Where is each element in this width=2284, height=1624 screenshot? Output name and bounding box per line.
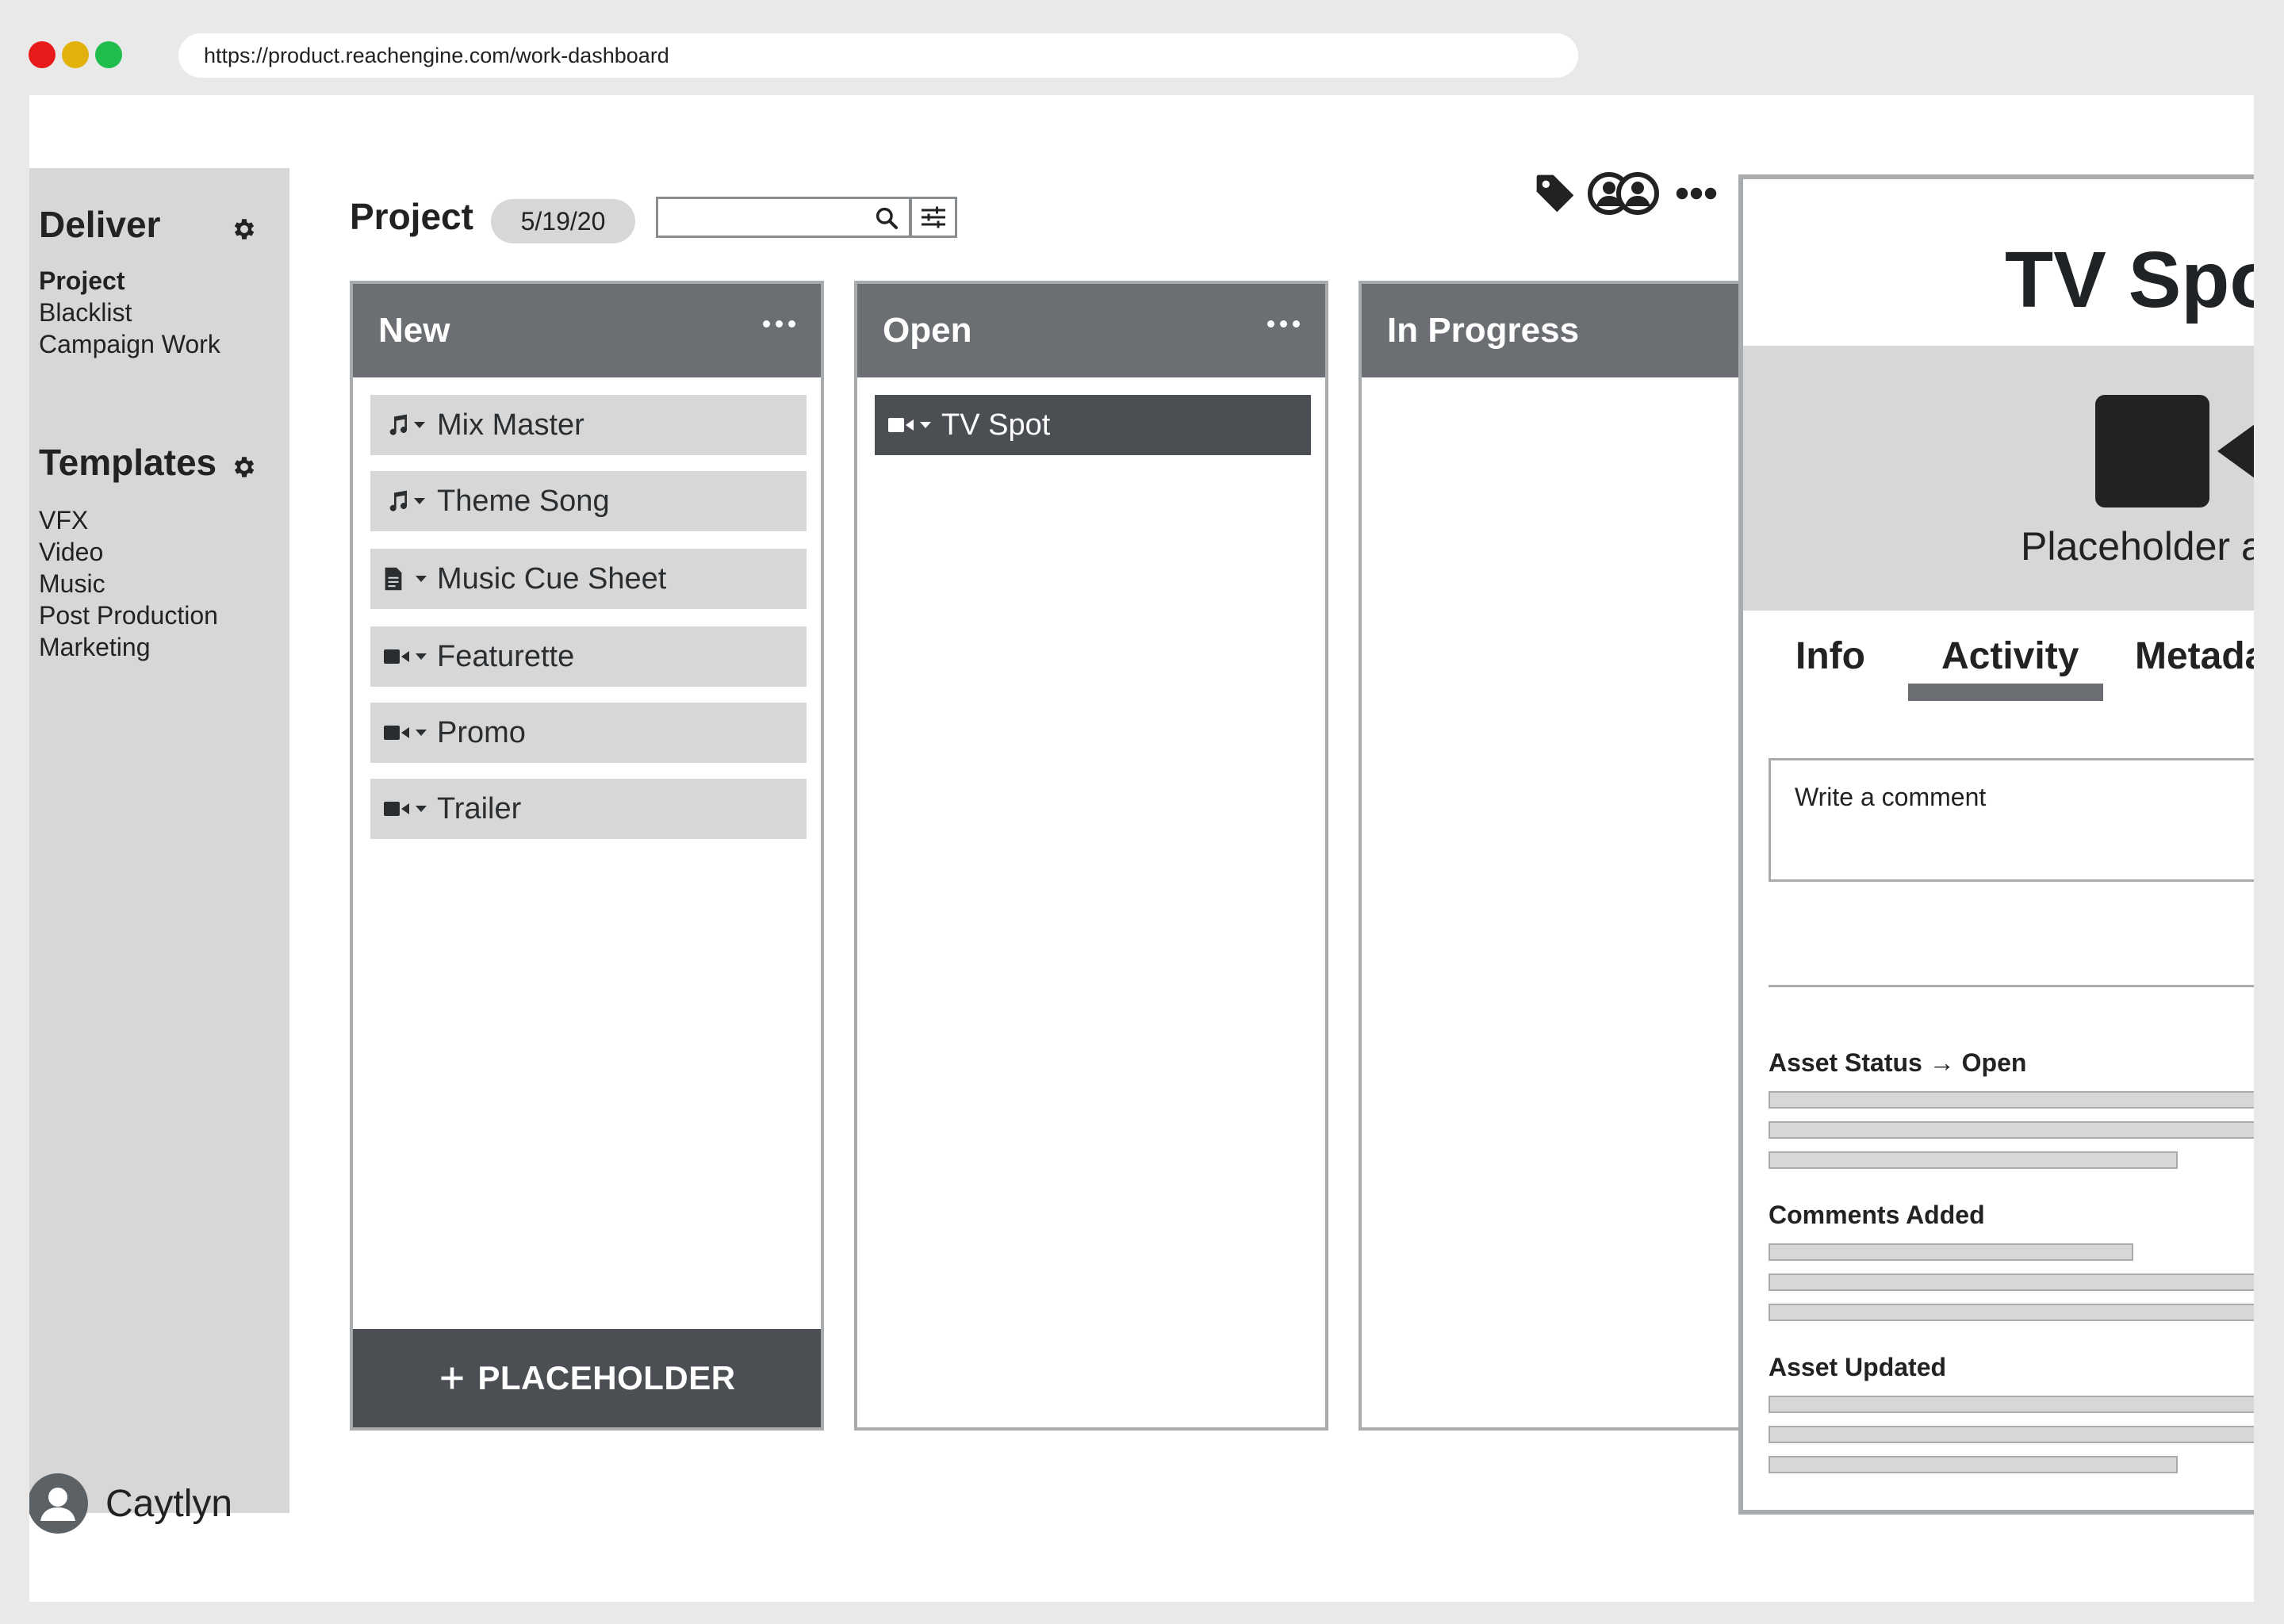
address-bar[interactable]: https://product.reachengine.com/work-das… — [178, 33, 1578, 78]
placeholder-line — [1769, 1243, 2133, 1261]
asset-preview: Placeholder a — [1743, 346, 2254, 611]
url-text: https://product.reachengine.com/work-das… — [204, 43, 669, 67]
tag-icon[interactable] — [1533, 171, 1577, 216]
activity-label-status: Asset Status → Open — [1769, 1048, 2027, 1077]
deliver-nav: Project Blacklist Campaign Work — [39, 265, 220, 360]
nav-item-marketing[interactable]: Marketing — [39, 631, 218, 663]
placeholder-line — [1769, 1456, 2178, 1473]
deliver-heading: Deliver — [39, 204, 161, 245]
date-badge[interactable]: 5/19/20 — [491, 199, 635, 243]
user-avatar-icon — [40, 1488, 75, 1521]
comment-placeholder: Write a comment — [1795, 783, 1987, 811]
app-window: Deliver Project Blacklist Campaign Work … — [29, 95, 2254, 1602]
avatar — [29, 1473, 88, 1534]
page-title: Project — [350, 196, 473, 237]
list-item[interactable]: Music Cue Sheet — [370, 549, 807, 609]
music-note-icon[interactable] — [374, 412, 437, 438]
comment-input[interactable]: Write a comment — [1769, 758, 2254, 882]
detail-title: TV Spot — [2005, 236, 2254, 324]
search-input[interactable] — [656, 197, 911, 238]
placeholder-line — [1769, 1304, 2254, 1321]
list-item[interactable]: Featurette — [370, 626, 807, 687]
column-more-icon[interactable] — [763, 320, 795, 327]
window-controls — [29, 41, 122, 68]
card-label: TV Spot — [941, 408, 1051, 442]
deliver-settings-gear-icon[interactable] — [231, 216, 258, 243]
placeholder-line — [1769, 1396, 2254, 1413]
tab-metadata[interactable]: Metada — [2135, 634, 2254, 678]
nav-item-vfx[interactable]: VFX — [39, 504, 218, 536]
column-title: In Progress — [1387, 311, 1580, 350]
filter-button[interactable] — [910, 197, 957, 238]
user-name: Caytlyn — [105, 1482, 233, 1525]
video-camera-icon[interactable] — [374, 722, 437, 743]
preview-caption: Placeholder a — [2021, 524, 2254, 569]
list-item[interactable]: Theme Song — [370, 471, 807, 531]
close-window-icon[interactable] — [29, 41, 56, 68]
tab-activity[interactable]: Activity — [1941, 634, 2079, 678]
video-camera-icon[interactable] — [374, 646, 437, 667]
maximize-window-icon[interactable] — [95, 41, 122, 68]
sliders-icon — [922, 206, 945, 228]
active-tab-indicator — [1908, 684, 2103, 701]
plus-icon — [441, 1367, 463, 1389]
nav-item-project[interactable]: Project — [39, 265, 220, 297]
templates-settings-gear-icon[interactable] — [231, 454, 258, 481]
music-note-icon[interactable] — [374, 488, 437, 514]
card-label: Mix Master — [437, 408, 584, 442]
templates-nav: VFX Video Music Post Production Marketin… — [39, 504, 218, 663]
nav-item-music[interactable]: Music — [39, 568, 218, 599]
nav-item-video[interactable]: Video — [39, 536, 218, 568]
placeholder-line — [1769, 1274, 2254, 1291]
activity-label-comments: Comments Added — [1769, 1201, 1985, 1229]
add-button-label: PLACEHOLDER — [477, 1359, 736, 1396]
document-icon[interactable] — [374, 566, 437, 592]
nav-item-blacklist[interactable]: Blacklist — [39, 297, 220, 328]
more-icon[interactable] — [1676, 186, 1717, 201]
card-label: Promo — [437, 715, 526, 749]
column-title: New — [378, 311, 450, 350]
toolbar-icons — [1533, 171, 1717, 216]
users-icon[interactable] — [1587, 171, 1660, 216]
column-header: Open — [857, 284, 1325, 377]
nav-item-campaign-work[interactable]: Campaign Work — [39, 328, 220, 360]
activity-label-updated: Asset Updated — [1769, 1353, 1947, 1381]
search-icon[interactable] — [874, 205, 899, 231]
card-label: Featurette — [437, 639, 575, 673]
kanban-column-open: Open TV Spot — [854, 281, 1328, 1431]
card-label: Music Cue Sheet — [437, 561, 667, 596]
add-placeholder-button[interactable]: PLACEHOLDER — [353, 1329, 821, 1427]
video-camera-icon[interactable] — [878, 415, 941, 435]
tab-info[interactable]: Info — [1795, 634, 1865, 678]
list-item[interactable]: Promo — [370, 703, 807, 763]
video-camera-icon — [2095, 395, 2254, 508]
sidebar: Deliver Project Blacklist Campaign Work … — [29, 168, 289, 1534]
user-profile[interactable]: Caytlyn — [29, 1473, 232, 1534]
placeholder-line — [1769, 1151, 2178, 1169]
templates-heading: Templates — [39, 442, 217, 483]
kanban-column-new: New Mix Master Theme Song Music Cue Shee… — [350, 281, 824, 1431]
card-label: Theme Song — [437, 484, 610, 518]
detail-tabs: Info Activity Metada — [1743, 634, 2254, 690]
asset-detail-panel: TV Spot Placeholder a Info Activity Meta… — [1738, 174, 2254, 1515]
list-item[interactable]: Mix Master — [370, 395, 807, 455]
column-title: Open — [883, 311, 972, 350]
minimize-window-icon[interactable] — [62, 41, 89, 68]
video-camera-icon[interactable] — [374, 799, 437, 819]
placeholder-line — [1769, 1426, 2254, 1443]
column-more-icon[interactable] — [1267, 320, 1300, 327]
divider — [1769, 985, 2254, 987]
list-item[interactable]: TV Spot — [875, 395, 1311, 455]
placeholder-line — [1769, 1091, 2254, 1109]
card-label: Trailer — [437, 791, 522, 825]
nav-item-post-production[interactable]: Post Production — [39, 599, 218, 631]
list-item[interactable]: Trailer — [370, 779, 807, 839]
column-header: New — [353, 284, 821, 377]
date-text: 5/19/20 — [520, 206, 606, 236]
placeholder-line — [1769, 1121, 2254, 1139]
